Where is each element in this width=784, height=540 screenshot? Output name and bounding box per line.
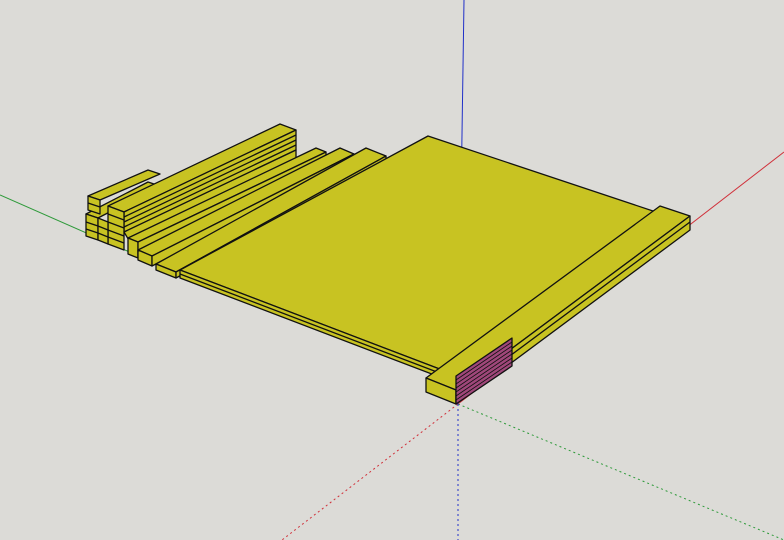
red-axis-dotted	[281, 403, 459, 540]
wood-model[interactable]	[85, 123, 691, 405]
stacked-block-side[interactable]	[97, 217, 109, 245]
green-axis-dotted	[457, 403, 784, 540]
sketchup-3d-viewport[interactable]	[0, 0, 784, 540]
model-canvas[interactable]	[0, 0, 784, 540]
